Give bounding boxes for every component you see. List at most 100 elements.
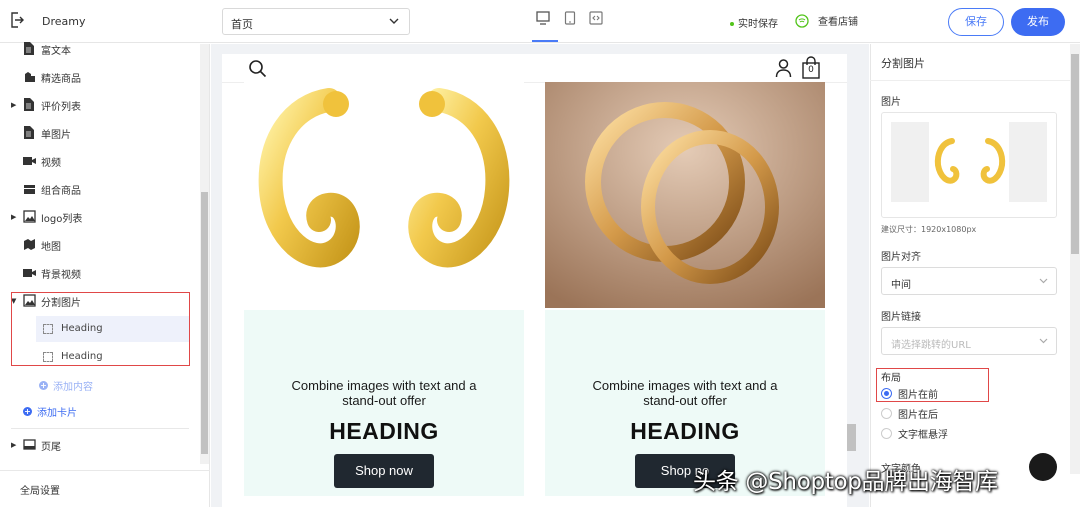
sidebar-scrollbar[interactable] <box>200 44 209 464</box>
page-select-value: 首页 <box>231 18 253 31</box>
sidebar-item-label: 单图片 <box>41 130 71 141</box>
save-button[interactable]: 保存 <box>948 8 1004 36</box>
placeholder-panel <box>1009 122 1047 202</box>
canvas-scrollbar[interactable] <box>847 44 857 507</box>
scrollbar-thumb[interactable] <box>201 192 208 454</box>
divider <box>0 470 210 471</box>
card-heading: HEADING <box>630 418 740 444</box>
view-store-label: 查看店铺 <box>818 17 858 28</box>
wedding-rings-image <box>545 82 825 308</box>
sidebar-item-label: 地图 <box>41 242 61 253</box>
caret-right-icon[interactable]: ▶ <box>11 441 17 449</box>
scrollbar-thumb[interactable] <box>847 424 856 451</box>
store-icon <box>795 13 809 28</box>
sidebar-item-footer[interactable]: ▶ 页尾 <box>0 434 190 456</box>
link-placeholder: 请选择跳转的URL <box>891 340 971 351</box>
publish-button[interactable]: 发布 <box>1011 8 1065 36</box>
size-hint: 建议尺寸：1920x1080px <box>881 225 977 234</box>
desktop-view-icon[interactable] <box>536 11 550 25</box>
radio-label: 文字框悬浮 <box>898 430 948 441</box>
align-label: 图片对齐 <box>881 252 921 263</box>
sidebar-item-bundle[interactable]: 组合商品 <box>0 178 190 200</box>
sidebar-item-reviews[interactable]: ▶ 评价列表 <box>0 94 190 116</box>
placeholder-panel <box>891 122 929 202</box>
align-select[interactable]: 中间 <box>881 267 1057 295</box>
add-content-button[interactable]: + 添加内容 <box>39 378 93 393</box>
divider <box>11 428 189 429</box>
radio-label: 图片在后 <box>898 410 938 421</box>
bundle-icon <box>23 182 36 195</box>
account-icon[interactable] <box>775 58 792 78</box>
scrollbar-thumb[interactable] <box>1071 54 1079 254</box>
split-text-card: Combine images with text and a stand-out… <box>244 310 524 496</box>
sidebar-item-map[interactable]: 地图 <box>0 234 190 256</box>
layout-option-image-after[interactable]: 图片在后 <box>881 406 938 421</box>
exit-icon[interactable] <box>10 12 24 28</box>
layout-option-floating-text[interactable]: 文字框悬浮 <box>881 426 948 441</box>
radio-unchecked-icon <box>881 428 892 439</box>
align-value: 中间 <box>891 280 911 291</box>
app-name: Dreamy <box>42 15 86 28</box>
caret-right-icon[interactable]: ▶ <box>11 101 17 109</box>
video-icon <box>23 154 36 167</box>
help-button[interactable] <box>1029 453 1057 481</box>
chevron-down-icon <box>1039 337 1048 344</box>
chevron-down-icon <box>389 17 399 25</box>
earrings-image <box>244 82 524 310</box>
add-card-button[interactable]: + 添加卡片 <box>23 404 77 419</box>
shop-now-button[interactable]: Shop now <box>334 454 434 488</box>
search-icon[interactable] <box>248 59 267 78</box>
sidebar-item-label: 富文本 <box>41 46 71 57</box>
divider <box>870 80 1070 81</box>
settings-scrollbar[interactable] <box>1070 44 1080 474</box>
active-view-indicator <box>532 40 558 42</box>
global-settings-link[interactable]: 全局设置 <box>20 482 60 497</box>
image-upload-preview[interactable] <box>881 112 1057 218</box>
sidebar-item-label: 背景视频 <box>41 270 81 281</box>
add-card-label: 添加卡片 <box>37 408 77 419</box>
view-store-link[interactable]: 查看店铺 <box>795 13 858 28</box>
code-view-icon[interactable] <box>589 11 603 25</box>
cart-icon[interactable]: 0 <box>801 56 821 80</box>
document-icon <box>23 98 36 111</box>
sidebar-item-label: logo列表 <box>41 214 83 225</box>
settings-title: 分割图片 <box>881 57 925 70</box>
radio-unchecked-icon <box>881 408 892 419</box>
sidebar-item-label: 评价列表 <box>41 102 81 113</box>
preview-navbar: 0 <box>222 54 847 83</box>
card-subtitle: Combine images with text and a stand-out… <box>592 378 778 408</box>
add-content-label: 添加内容 <box>53 382 93 393</box>
map-icon <box>23 238 36 251</box>
sidebar-item-single-image[interactable]: 单图片 <box>0 122 190 144</box>
tablet-view-icon[interactable] <box>564 11 576 25</box>
video-icon <box>23 266 36 279</box>
sidebar-item-logo-list[interactable]: ▶ logo列表 <box>0 206 190 228</box>
autosave-label: 实时保存 <box>738 19 778 30</box>
sidebar-item-label: 视频 <box>41 158 61 169</box>
card-heading: HEADING <box>329 418 439 444</box>
plus-circle-icon: + <box>23 407 32 416</box>
chevron-down-icon <box>1039 277 1048 284</box>
status-dot-icon <box>730 22 734 26</box>
caret-right-icon[interactable]: ▶ <box>11 213 17 221</box>
document-icon <box>23 42 36 55</box>
page-select[interactable]: 首页 <box>222 8 410 35</box>
sidebar-item-bg-video[interactable]: 背景视频 <box>0 262 190 284</box>
image-icon <box>23 210 36 223</box>
link-label: 图片链接 <box>881 312 921 323</box>
annotation-highlight-box <box>876 368 989 402</box>
sidebar-item-richtext[interactable]: 富文本 <box>0 38 190 60</box>
cart-count: 0 <box>808 65 814 75</box>
link-input[interactable]: 请选择跳转的URL <box>881 327 1057 355</box>
watermark-text: 头条 @Shoptop品牌出海智库 <box>693 469 998 495</box>
autosave-status: 实时保存 <box>730 15 778 30</box>
document-icon <box>23 126 36 139</box>
annotation-highlight-box <box>11 292 190 366</box>
sidebar-item-video[interactable]: 视频 <box>0 150 190 172</box>
image-label: 图片 <box>881 97 901 108</box>
plus-circle-icon: + <box>39 381 48 390</box>
sidebar-item-label: 精选商品 <box>41 74 81 85</box>
footer-icon <box>23 438 36 451</box>
sidebar-item-label: 组合商品 <box>41 186 81 197</box>
sidebar-item-featured-products[interactable]: 精选商品 <box>0 66 190 88</box>
